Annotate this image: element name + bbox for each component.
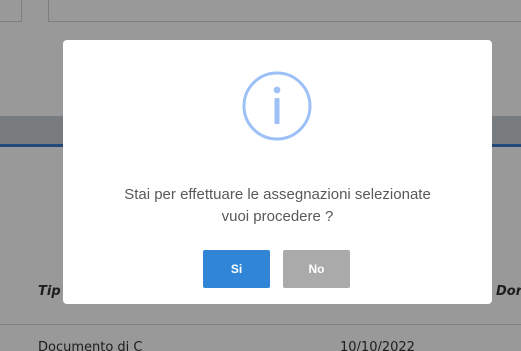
confirm-dialog: Stai per effettuare le assegnazioni sele… bbox=[63, 40, 492, 304]
dialog-message: Stai per effettuare le assegnazioni sele… bbox=[63, 184, 492, 228]
cancel-button[interactable]: No bbox=[283, 250, 350, 288]
dialog-message-line1: Stai per effettuare le assegnazioni sele… bbox=[124, 186, 431, 203]
confirm-button[interactable]: Si bbox=[203, 250, 270, 288]
dialog-message-line2: vuoi procedere ? bbox=[221, 208, 334, 225]
info-circle-icon bbox=[242, 71, 312, 141]
